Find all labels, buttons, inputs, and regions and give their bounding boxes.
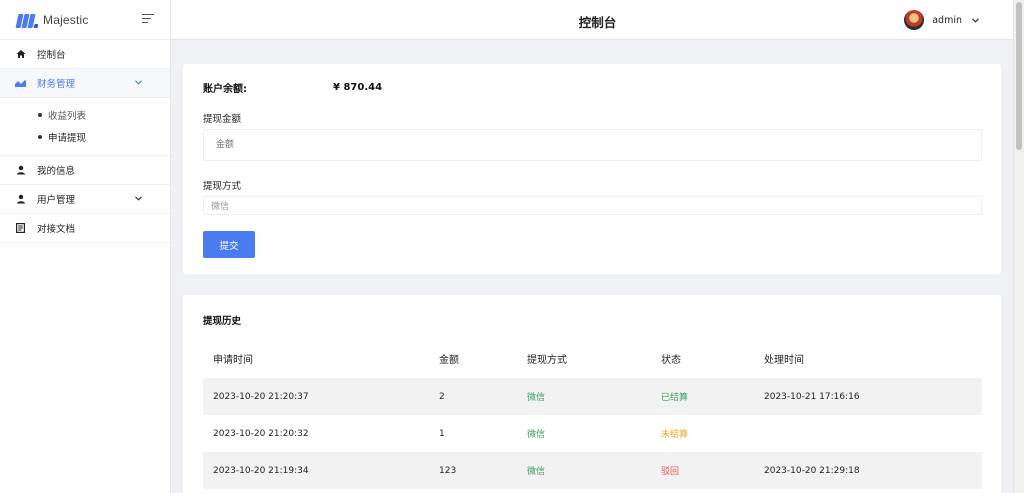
table-row: 2023-10-20 21:20:37 2 微信 已结算 2023-10-21 …	[203, 378, 982, 415]
user-menu[interactable]: admin	[904, 10, 979, 30]
history-table: 申请时间 金额 提现方式 状态 处理时间 2023-10-20 21:20:37…	[203, 339, 982, 489]
table-header: 申请时间 金额 提现方式 状态 处理时间	[203, 339, 982, 378]
user-icon	[15, 194, 26, 205]
brand-name: Majestic	[43, 12, 89, 27]
cell-status: 已结算	[661, 393, 689, 403]
column-header: 金额	[439, 355, 459, 366]
cell-amount: 123	[439, 465, 457, 476]
amount-label: 提现金额	[203, 114, 242, 125]
cell-apply-time: 2023-10-20 21:19:34	[213, 465, 309, 476]
cell-status: 未结算	[661, 430, 689, 440]
sidebar-item-my-info[interactable]: 我的信息	[0, 156, 170, 185]
sidebar-item-user-management[interactable]: 用户管理	[0, 185, 170, 214]
method-label: 提现方式	[203, 181, 242, 192]
brand[interactable]: Majestic	[0, 0, 170, 40]
method-select[interactable]: 微信	[203, 196, 982, 215]
cell-method: 微信	[527, 430, 546, 440]
sidebar-subitem-label: 申请提现	[48, 133, 87, 144]
page-scrollbar[interactable]	[1013, 0, 1024, 493]
balance-label: 账户余额:	[203, 84, 247, 95]
balance-value: ¥ 870.44	[333, 82, 383, 93]
scrollbar-thumb[interactable]	[1016, 2, 1022, 150]
sidebar-item-finance[interactable]: 财务管理	[0, 69, 170, 98]
menu-toggle-icon[interactable]	[142, 14, 154, 24]
sidebar-subitem-withdraw[interactable]: 申请提现	[0, 126, 170, 148]
cell-status: 驳回	[661, 467, 680, 477]
sidebar-item-label: 对接文档	[37, 224, 76, 235]
avatar	[904, 10, 925, 30]
sidebar-item-label: 控制台	[37, 50, 66, 61]
withdraw-history-card: 提现历史 申请时间 金额 提现方式 状态 处理时间 2023-10-20 21:…	[183, 295, 1001, 493]
sidebar-item-label: 用户管理	[37, 195, 76, 206]
sidebar-item-label: 财务管理	[37, 79, 76, 90]
chart-icon	[15, 78, 26, 89]
document-icon	[15, 223, 26, 234]
cell-method: 微信	[527, 467, 546, 477]
column-header: 处理时间	[764, 355, 804, 366]
column-header: 状态	[661, 355, 681, 366]
column-header: 提现方式	[527, 355, 567, 366]
cell-amount: 2	[439, 391, 445, 402]
bullet-icon	[38, 113, 42, 117]
cell-method: 微信	[527, 393, 546, 403]
withdraw-form-card: 账户余额: ¥ 870.44 提现金额 提现方式 微信 提交	[183, 64, 1001, 274]
chevron-down-icon	[135, 194, 142, 203]
column-header: 申请时间	[213, 355, 253, 366]
sidebar-item-api-docs[interactable]: 对接文档	[0, 214, 170, 243]
submit-button[interactable]: 提交	[203, 231, 255, 258]
cell-amount: 1	[439, 428, 445, 439]
chevron-down-icon	[972, 16, 979, 25]
balance-row: 账户余额: ¥ 870.44	[203, 80, 382, 95]
user-icon	[15, 165, 26, 176]
bullet-icon	[38, 135, 42, 139]
cell-processed-time: 2023-10-21 17:16:16	[764, 391, 860, 402]
sidebar-item-dashboard[interactable]: 控制台	[0, 40, 170, 69]
method-select-value: 微信	[211, 202, 230, 212]
brand-logo	[15, 12, 39, 28]
sidebar-subitem-label: 收益列表	[48, 111, 87, 122]
top-bar: 控制台 admin	[171, 0, 1024, 40]
home-icon	[15, 49, 26, 60]
finance-submenu: 收益列表 申请提现	[0, 98, 170, 156]
table-row: 2023-10-20 21:19:34 123 微信 驳回 2023-10-20…	[203, 452, 982, 489]
sidebar: Majestic 控制台 财务管理 收益列表 申请提现 我的信息 用户管理 对接…	[0, 0, 171, 493]
table-row: 2023-10-20 21:20:32 1 微信 未结算	[203, 415, 982, 452]
history-title: 提现历史	[203, 316, 242, 327]
sidebar-item-label: 我的信息	[37, 166, 76, 177]
sidebar-subitem-earnings[interactable]: 收益列表	[0, 104, 170, 126]
chevron-down-icon	[135, 78, 142, 87]
amount-input[interactable]	[203, 129, 982, 161]
user-name: admin	[932, 14, 962, 26]
cell-apply-time: 2023-10-20 21:20:32	[213, 428, 309, 439]
page-title: 控制台	[578, 15, 617, 30]
cell-apply-time: 2023-10-20 21:20:37	[213, 391, 309, 402]
cell-processed-time: 2023-10-20 21:29:18	[764, 465, 860, 476]
